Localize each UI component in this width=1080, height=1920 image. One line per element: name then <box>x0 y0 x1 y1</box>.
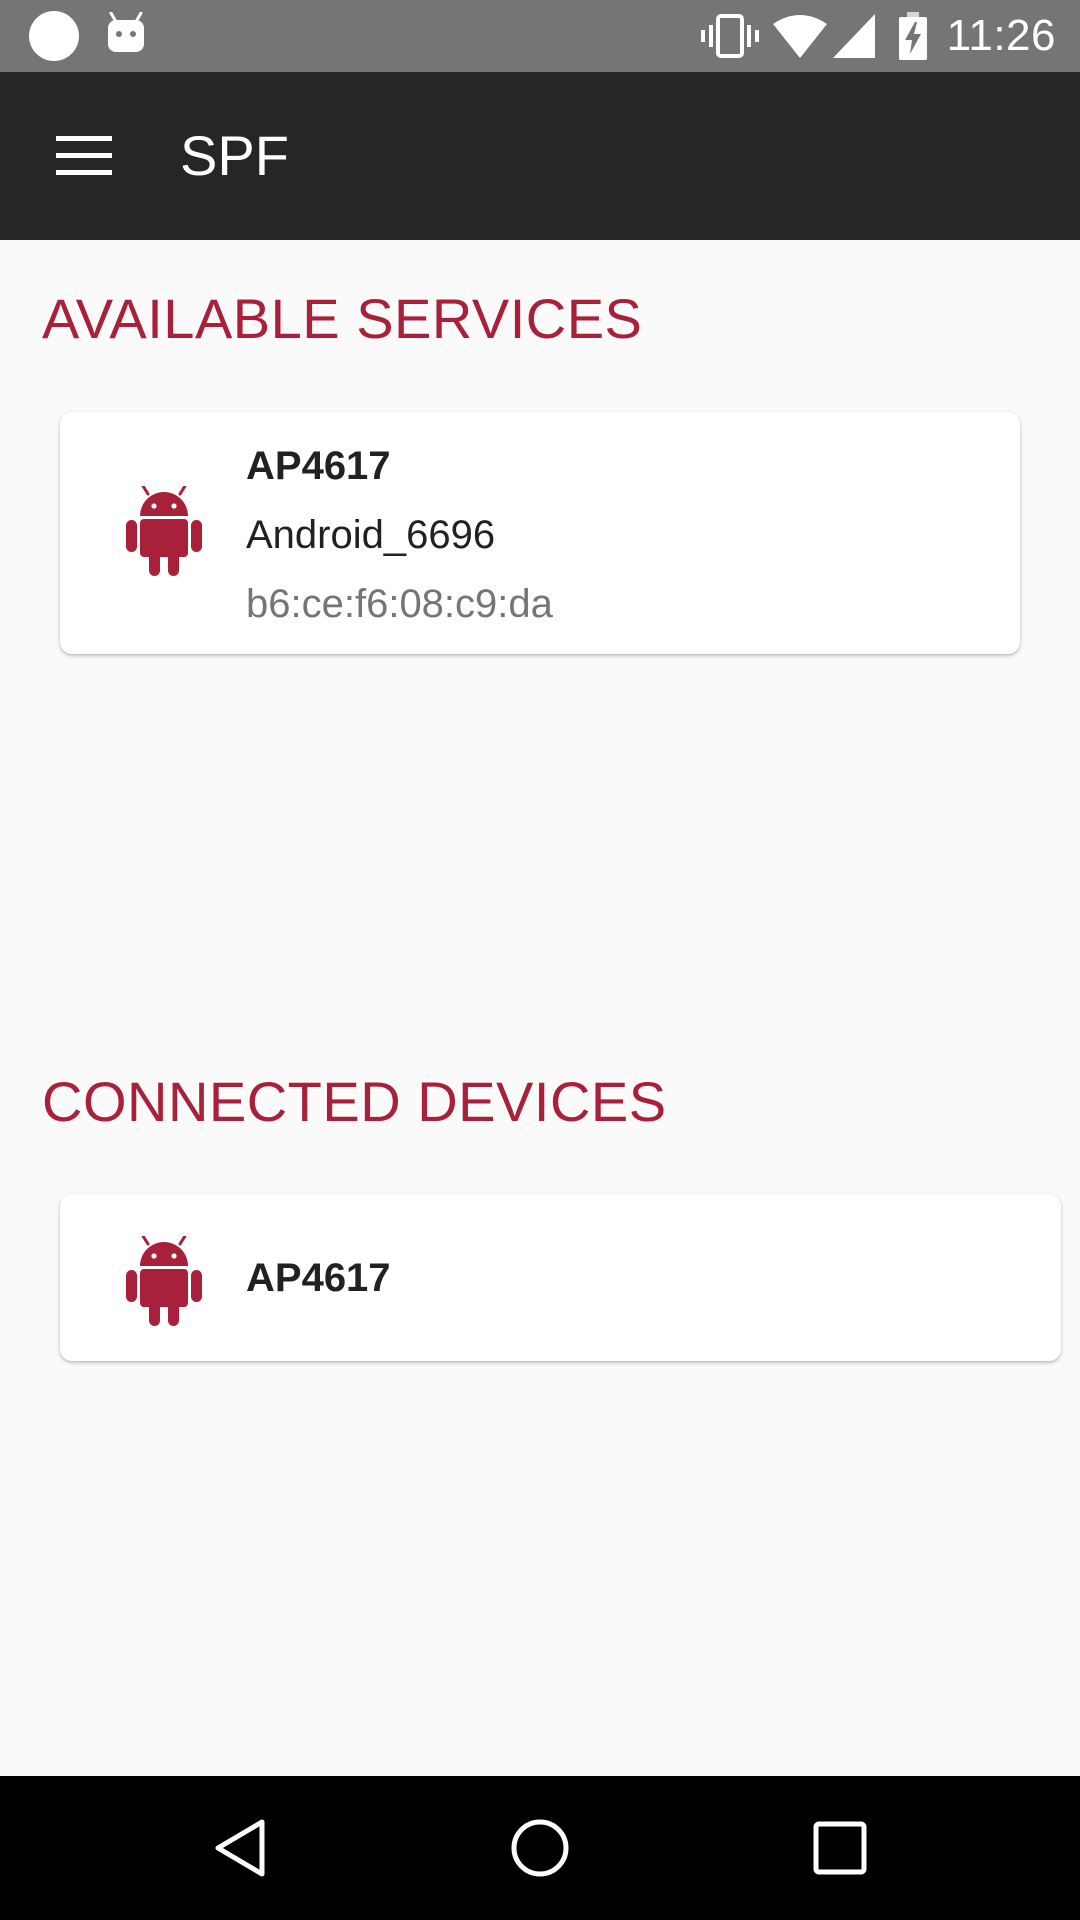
recents-icon[interactable] <box>790 1798 890 1898</box>
wifi-icon <box>772 14 827 58</box>
available-services-heading: AVAILABLE SERVICES <box>42 287 643 350</box>
vibrate-icon <box>700 13 759 59</box>
app-bar: SPF <box>0 72 1080 240</box>
available-service-card[interactable]: AP4617 Android_6696 b6:ce:f6:08:c9:da <box>60 412 1020 654</box>
android-robot-icon <box>126 1234 202 1331</box>
service-details: AP4617 Android_6696 b6:ce:f6:08:c9:da <box>246 442 553 628</box>
circle-notification-icon <box>29 11 79 61</box>
back-icon[interactable] <box>190 1798 290 1898</box>
service-device: Android_6696 <box>246 513 496 557</box>
status-bar: 11:26 <box>0 0 1080 72</box>
hamburger-menu-icon[interactable] <box>40 116 128 196</box>
android-robot-icon <box>126 484 202 581</box>
home-icon[interactable] <box>490 1798 590 1898</box>
battery-charging-icon <box>898 12 927 60</box>
connected-devices-heading: CONNECTED DEVICES <box>42 1070 667 1133</box>
status-time: 11:26 <box>946 11 1056 60</box>
connected-device-name: AP4617 <box>246 1256 391 1300</box>
connected-device-details: AP4617 <box>246 1254 391 1302</box>
service-name: AP4617 <box>246 444 391 488</box>
cell-signal-icon <box>832 14 875 58</box>
navigation-bar <box>0 1776 1080 1920</box>
connected-device-card[interactable]: AP4617 <box>60 1194 1061 1361</box>
service-mac-address: b6:ce:f6:08:c9:da <box>246 582 553 626</box>
app-title: SPF <box>180 124 289 187</box>
android-notification-icon <box>106 11 146 61</box>
